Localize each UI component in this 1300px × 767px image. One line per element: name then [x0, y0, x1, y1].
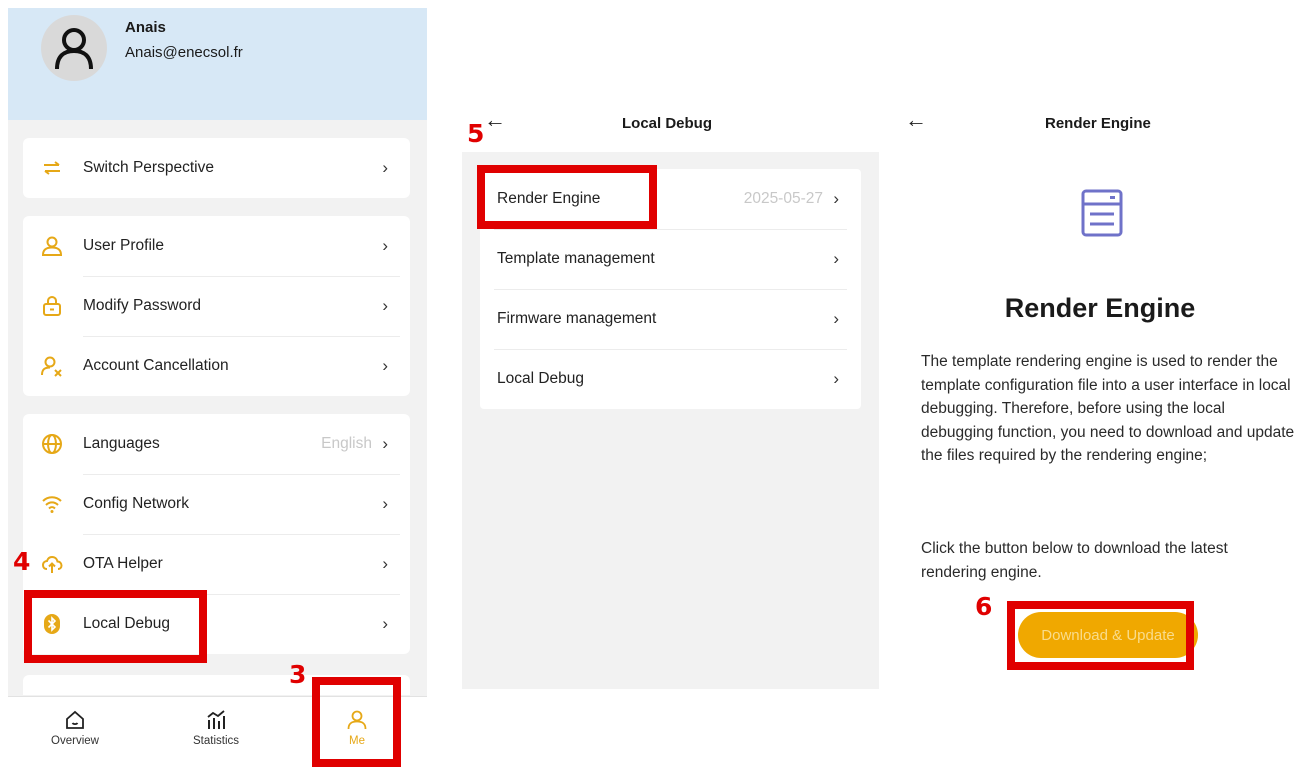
home-icon [66, 710, 84, 729]
menu-label: Config Network [83, 495, 189, 512]
menu-item-switch-perspective[interactable]: Switch Perspective › [23, 138, 410, 198]
menu-item-local-debug[interactable]: Local Debug › [23, 594, 410, 654]
chevron-right-icon: › [833, 189, 839, 208]
back-arrow-icon[interactable]: ← [905, 109, 927, 131]
lock-icon [40, 294, 64, 318]
user-email: Anais@enecsol.fr [125, 44, 243, 61]
user-name: Anais [125, 19, 166, 36]
chevron-right-icon: › [382, 158, 388, 177]
menu-item-template-management[interactable]: Template management › [480, 229, 861, 289]
engine-instruction: Click the button below to download the l… [921, 540, 1228, 581]
render-engine-screen: ← Render Engine Render Engine The templa… [900, 95, 1300, 695]
bottom-tab-bar: Overview Statistics Me [8, 696, 427, 767]
menu-item-ota-helper[interactable]: OTA Helper › [23, 534, 410, 594]
menu-label: Local Debug [83, 615, 171, 632]
cloud-upload-icon [40, 552, 64, 576]
page-title: Render Engine [1045, 115, 1151, 132]
step-number-3: 3 [289, 660, 307, 689]
me-screen: Anais Anais@enecsol.fr Switch Perspectiv… [8, 8, 427, 767]
menu-label: OTA Helper [83, 555, 163, 572]
chevron-right-icon: › [833, 249, 839, 268]
tab-label: Overview [51, 735, 99, 747]
menu-label: Account Cancellation [83, 357, 229, 374]
switch-icon [40, 156, 64, 180]
menu-item-account-cancellation[interactable]: Account Cancellation › [23, 336, 410, 396]
menu-item-modify-password[interactable]: Modify Password › [23, 276, 410, 336]
chevron-right-icon: › [382, 236, 388, 255]
globe-icon [40, 432, 64, 456]
local-debug-screen: ← Local Debug Render Engine 2025-05-27 ›… [462, 95, 879, 689]
profile-header: Anais Anais@enecsol.fr [8, 8, 427, 120]
chevron-right-icon: › [382, 494, 388, 513]
chevron-right-icon: › [382, 554, 388, 573]
menu-label: Template management [497, 250, 655, 267]
menu-item-config-network[interactable]: Config Network › [23, 474, 410, 534]
wifi-icon [40, 492, 64, 516]
person-icon [347, 710, 367, 730]
menu-item-render-engine[interactable]: Render Engine 2025-05-27 › [480, 169, 861, 229]
menu-label: Firmware management [497, 310, 657, 327]
server-icon [1080, 188, 1124, 243]
settings-group-perspective: Switch Perspective › [23, 138, 410, 198]
avatar[interactable] [41, 15, 107, 81]
chevron-right-icon: › [833, 309, 839, 328]
menu-label: Languages [83, 435, 160, 452]
menu-label: Modify Password [83, 297, 202, 314]
bar-chart-icon [207, 710, 225, 729]
step-number-5: 5 [467, 119, 485, 148]
menu-item-firmware-management[interactable]: Firmware management › [480, 289, 861, 349]
page-title: Local Debug [622, 115, 713, 132]
tab-overview[interactable]: Overview [30, 707, 120, 747]
bluetooth-icon [40, 612, 64, 636]
menu-label: Render Engine [497, 190, 601, 207]
local-debug-menu: Render Engine 2025-05-27 › Template mana… [480, 169, 861, 409]
menu-label: User Profile [83, 237, 164, 254]
menu-item-local-debug[interactable]: Local Debug › [480, 349, 861, 409]
chevron-right-icon: › [382, 296, 388, 315]
engine-heading: Render Engine [1004, 293, 1196, 323]
download-update-button[interactable]: Download & Update [1018, 612, 1198, 658]
tab-statistics[interactable]: Statistics [171, 707, 261, 747]
settings-group-tools: Languages English › Config Network › OTA… [23, 414, 410, 654]
person-icon [55, 28, 93, 70]
nav-header: ← Local Debug [462, 95, 879, 152]
step-number-6: 6 [975, 592, 993, 621]
tab-label: Me [349, 735, 365, 747]
settings-group-account: User Profile › Modify Password › Account… [23, 216, 410, 396]
settings-group-partial [23, 675, 410, 695]
chevron-right-icon: › [833, 369, 839, 388]
menu-label: Local Debug [497, 370, 585, 387]
chevron-right-icon: › [382, 356, 388, 375]
user-remove-icon [40, 354, 64, 378]
menu-item-user-profile[interactable]: User Profile › [23, 216, 410, 276]
engine-description: The template rendering engine is used to… [921, 353, 1295, 464]
chevron-right-icon: › [382, 434, 388, 453]
chevron-right-icon: › [382, 614, 388, 633]
menu-label: Switch Perspective [83, 159, 214, 176]
menu-item-languages[interactable]: Languages English › [23, 414, 410, 474]
tab-me[interactable]: Me [312, 707, 402, 747]
step-number-4: 4 [13, 547, 31, 576]
back-arrow-icon[interactable]: ← [484, 109, 506, 131]
user-icon [40, 234, 64, 258]
language-value: English [321, 435, 372, 452]
tab-label: Statistics [192, 735, 239, 747]
render-engine-version: 2025-05-27 [743, 190, 823, 207]
